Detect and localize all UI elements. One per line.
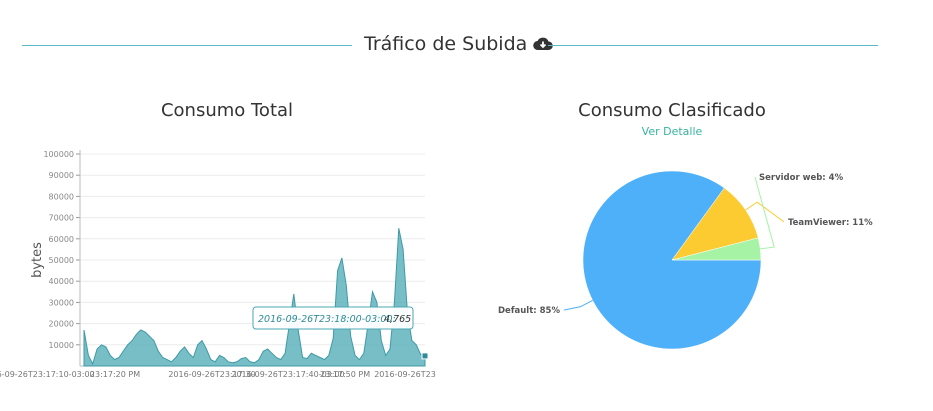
section-title: Tráfico de Subida [364,33,554,55]
chart-tooltip: 2016-09-26T23:18:00-03:00:4,765 [252,306,414,330]
data-label-connector [563,299,593,311]
teamviewer-data-label: TeamViewer: 11% [788,218,873,228]
y-tick-label: 20000 [49,320,74,329]
y-tick-label: 100000 [43,150,74,159]
y-tick-label: 10000 [49,341,74,350]
x-tick-label: 23:17:20 PM [90,370,140,379]
view-detail-link[interactable]: Ver Detalle [600,125,744,138]
y-tick-label: 70000 [49,214,74,223]
total-consumption-chart: 10000 20000 30000 40000 50000 60000 70000 80000… [0,150,436,379]
header-rule-left [22,45,352,46]
y-tick-label: 30000 [49,298,74,307]
x-tick-label: 2016-09-26T23:17:10-03:00 [0,370,95,379]
header-rule-right [548,45,878,46]
cloud-download-icon [533,37,554,51]
y-tick-label: 50000 [49,256,74,265]
y-axis-label: bytes [30,242,45,278]
classified-consumption-title: Consumo Clasificado [578,100,766,121]
tooltip-value: 4,765 [384,314,411,325]
y-tick-label: 90000 [49,171,74,180]
total-consumption-title: Consumo Total [160,100,294,121]
section-title-text: Tráfico de Subida [364,33,528,55]
default-data-label: Default: 85% [498,306,560,316]
classified-consumption-chart: Default: 85% TeamViewer: 11% Servidor web:… [498,170,873,350]
y-tick-label: 80000 [49,192,74,201]
x-tick-label: 2016-09-26T23 [374,370,436,379]
y-tick-label: 40000 [49,277,74,286]
servidor-web-data-label: Servidor web: 4% [759,173,844,183]
hover-point-marker [421,352,429,360]
tooltip-x-label: 2016-09-26T23:18:00-03:00: [258,314,396,325]
x-tick-label: 23:17:50 PM [320,370,370,379]
series-area [83,228,426,367]
section-header: Tráfico de Subida [22,30,878,60]
y-tick-label: 60000 [49,235,74,244]
